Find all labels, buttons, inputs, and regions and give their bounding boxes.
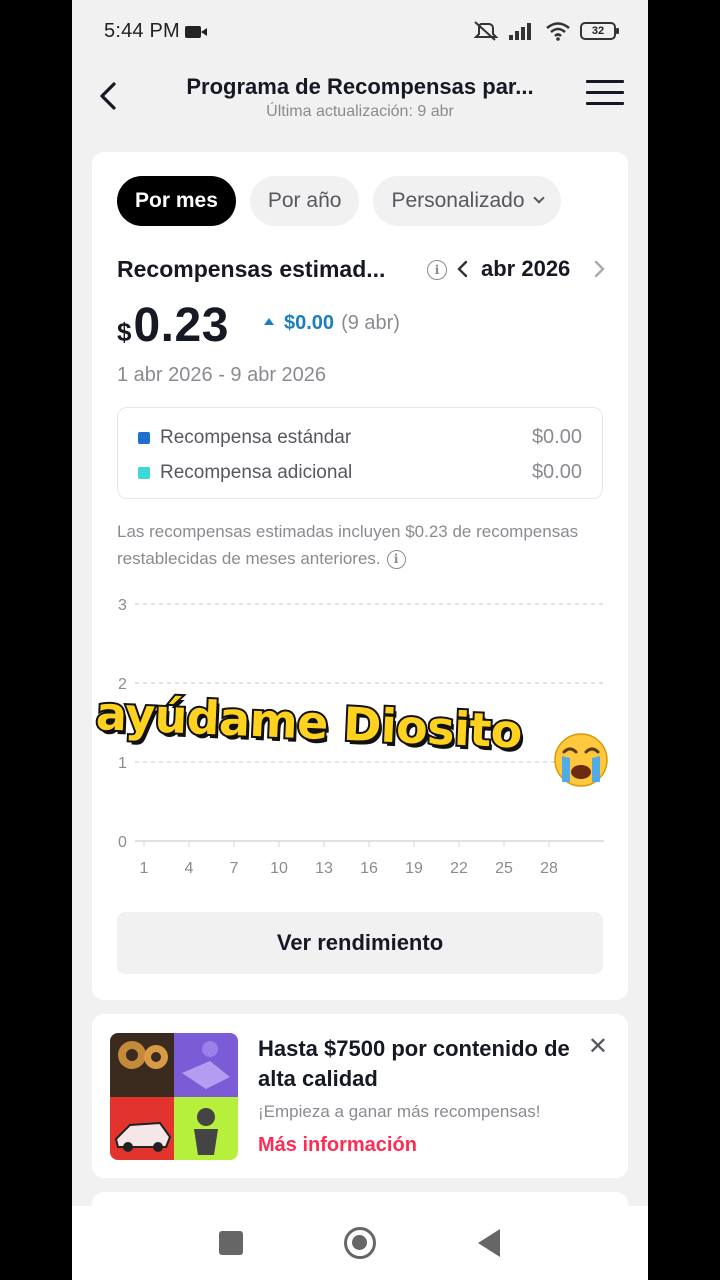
breakdown-value: $0.00	[531, 426, 582, 448]
x-tick-label: 28	[540, 860, 558, 877]
top-navigation: Programa de Recompensas par... Última ac…	[72, 62, 648, 132]
info-icon[interactable]: i	[386, 550, 406, 570]
x-tick-label: 25	[495, 860, 513, 877]
y-tick-label: 3	[118, 597, 127, 614]
battery-icon: 32	[580, 22, 619, 40]
view-performance-button[interactable]: Ver rendimiento	[117, 912, 603, 974]
breakdown-value: $0.00	[531, 461, 582, 483]
date-range: 1 abr 2026 - 9 abr 2026	[117, 364, 327, 386]
back-button[interactable]	[92, 76, 124, 116]
additional-color-dot	[138, 466, 150, 479]
system-back-button[interactable]	[478, 1229, 500, 1257]
tab-por-ano[interactable]: Por año	[249, 176, 360, 226]
currency-symbol: $	[117, 317, 132, 347]
selected-month: abr 2026	[481, 256, 571, 281]
x-tick-label: 1	[140, 860, 149, 877]
breakdown-row-additional: Recompensa adicional $0.00	[138, 455, 582, 490]
battery-level: 32	[591, 25, 605, 37]
last-updated: Última actualización: 9 abr	[266, 103, 454, 120]
caption-text: ayúdame Diosito	[93, 684, 525, 761]
info-icon[interactable]: i	[427, 260, 447, 280]
tab-label: Personalizado	[391, 189, 525, 212]
rewards-title: Recompensas estimad...	[117, 256, 386, 282]
chevron-down-icon	[532, 192, 545, 204]
status-bar: 5:44 PM 32	[72, 0, 648, 62]
x-tick-label: 4	[185, 860, 194, 877]
x-tick-label: 7	[230, 860, 239, 877]
arrow-up-icon	[264, 318, 274, 325]
hamburger-icon-line	[586, 102, 624, 105]
period-filter: Por mes Por año Personalizado	[117, 176, 561, 226]
x-tick-label: 16	[360, 860, 378, 877]
crying-face-emoji-icon	[554, 733, 608, 787]
mute-icon	[473, 21, 499, 41]
reward-breakdown: Recompensa estándar $0.00 Recompensa adi…	[117, 407, 603, 499]
signal-icon	[509, 23, 531, 40]
promo-subtitle: ¡Empieza a ganar más recompensas!	[258, 1102, 541, 1121]
recent-apps-button[interactable]	[219, 1231, 243, 1255]
home-button[interactable]	[344, 1227, 376, 1259]
chevron-left-icon	[100, 82, 116, 110]
breakdown-label: Recompensa estándar	[160, 426, 352, 448]
status-time: 5:44 PM	[104, 19, 180, 42]
tab-por-mes[interactable]: Por mes	[117, 176, 236, 226]
system-navigation-bar	[72, 1206, 648, 1280]
more-info-link[interactable]: Más información	[258, 1134, 417, 1157]
hamburger-icon-line	[586, 91, 624, 94]
next-month-button[interactable]	[592, 258, 606, 280]
rewards-note: Las recompensas estimadas incluyen $0.23…	[117, 518, 597, 572]
promo-artwork	[110, 1033, 238, 1160]
x-tick-label: 10	[270, 860, 288, 877]
daily-change: $0.00 (9 abr)	[264, 312, 400, 335]
previous-month-button[interactable]	[455, 258, 469, 280]
tab-label: Por año	[267, 189, 342, 212]
wifi-icon	[546, 22, 570, 41]
standard-color-dot	[138, 431, 150, 444]
tab-label: Por mes	[135, 189, 218, 212]
breakdown-label: Recompensa adicional	[160, 461, 353, 483]
x-tick-label: 22	[450, 860, 468, 877]
page-title: Programa de Recompensas par...	[186, 74, 534, 99]
rewards-card: Por mes Por año Personalizado Recompensa…	[92, 152, 628, 1000]
delta-value: $0.00	[284, 312, 335, 334]
button-label: Ver rendimiento	[276, 930, 444, 955]
reward-amount: $ 0.23	[117, 298, 229, 353]
breakdown-row-standard: Recompensa estándar $0.00	[138, 420, 582, 455]
delta-date: (9 abr)	[341, 312, 400, 334]
close-icon[interactable]: ✕	[588, 1032, 608, 1061]
tab-personalizado[interactable]: Personalizado	[373, 176, 561, 226]
menu-button[interactable]	[586, 80, 624, 110]
promo-banner[interactable]: Hasta $7500 por contenido de alta calida…	[92, 1014, 628, 1178]
hamburger-icon	[586, 80, 624, 83]
promo-title: Hasta $7500 por contenido de alta calida…	[258, 1036, 570, 1091]
y-tick-label: 0	[118, 834, 127, 851]
phone-screen: 5:44 PM 32 Programa de Recompensas par..…	[72, 0, 648, 1280]
x-tick-label: 19	[405, 860, 423, 877]
x-tick-label: 13	[315, 860, 333, 877]
status-icons: 32	[473, 20, 619, 42]
promo-image	[110, 1033, 238, 1160]
amount-value: 0.23	[133, 299, 229, 352]
video-camera-icon	[184, 26, 207, 38]
note-text: Las recompensas estimadas incluyen $0.23…	[117, 522, 579, 568]
